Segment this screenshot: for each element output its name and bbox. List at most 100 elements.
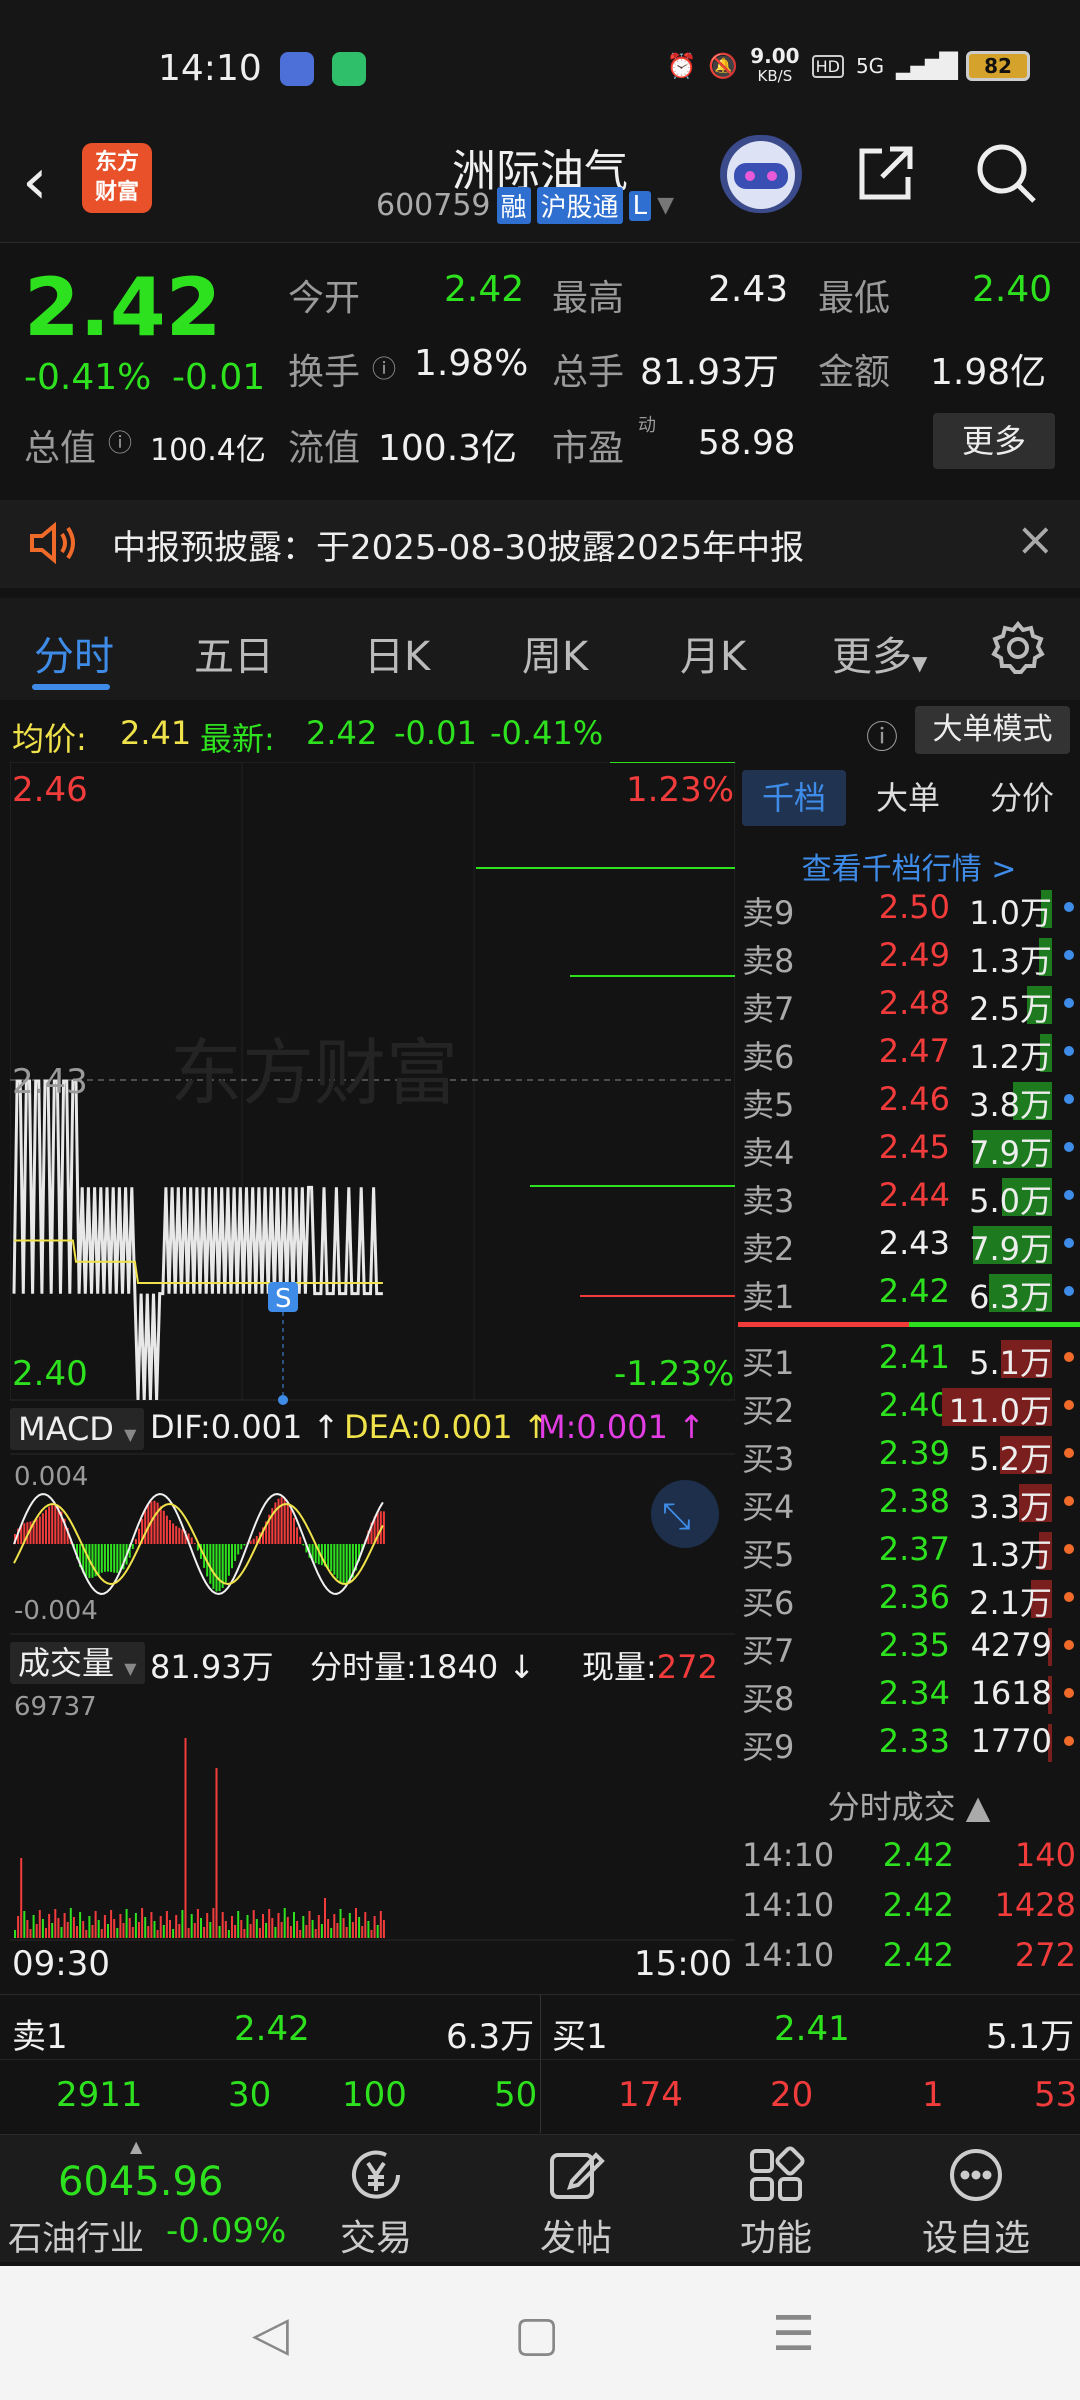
volume-bar <box>302 1916 305 1938</box>
bid-dot <box>1064 1448 1074 1458</box>
battery-indicator: 82 <box>966 51 1030 81</box>
pct-top-label: 1.23% <box>626 770 735 810</box>
ask-price: 2.47 <box>878 1032 950 1070</box>
nav-add-watchlist[interactable]: 设自选 <box>906 2145 1046 2261</box>
ask-price: 2.44 <box>878 1176 950 1214</box>
connect-tag: 沪股通 <box>536 187 623 224</box>
ask-row[interactable]: 卖9 2.50 1.0万 <box>738 884 1080 932</box>
info-icon[interactable]: ⓘ <box>108 423 132 458</box>
ask-row[interactable]: 卖7 2.48 2.5万 <box>738 980 1080 1028</box>
bid-row[interactable]: 买4 2.38 3.3万 <box>738 1478 1080 1526</box>
ask-row[interactable]: 卖2 2.43 7.9万 <box>738 1220 1080 1268</box>
macd-bar <box>100 1544 103 1573</box>
volume-bar <box>218 1926 221 1938</box>
tab-intraday[interactable]: 分时 <box>34 624 114 682</box>
volume-bar <box>103 1915 106 1938</box>
volume-total: 81.93万 <box>150 1648 274 1686</box>
bid-row[interactable]: 买6 2.36 2.1万 <box>738 1574 1080 1622</box>
volume-bar <box>100 1929 103 1938</box>
help-icon[interactable]: ⓘ <box>866 712 898 758</box>
industry-index[interactable]: ▲ 6045.96 石油行业 -0.09% <box>0 2135 290 2263</box>
latest-pct: -0.41% <box>490 714 604 752</box>
bid-row[interactable]: 买7 2.35 4279 <box>738 1622 1080 1670</box>
volume-bar <box>379 1911 382 1938</box>
share-icon[interactable] <box>852 141 918 221</box>
macd-bar <box>162 1510 165 1544</box>
nav-trade[interactable]: 交易 <box>306 2145 446 2261</box>
book-tabs: 千档 大单 分价 <box>738 762 1080 832</box>
close-icon[interactable]: × <box>1016 512 1055 566</box>
tab-depth[interactable]: 千档 <box>742 770 846 826</box>
ask-volume: 1.3万 <box>969 942 1052 980</box>
tab-five-day[interactable]: 五日 <box>194 624 274 682</box>
volume-bar <box>14 1930 16 1938</box>
bid-level-label: 买7 <box>742 1632 795 1670</box>
macd-bar <box>327 1544 330 1569</box>
big-order-mode-button[interactable]: 大单模式 <box>915 706 1070 754</box>
trades-title[interactable]: 分时成交 ▲ <box>738 1782 1080 1828</box>
info-icon[interactable]: ⓘ <box>372 349 396 384</box>
nav-post[interactable]: 发帖 <box>506 2145 646 2261</box>
view-depth-link[interactable]: 查看千档行情 > <box>738 844 1080 888</box>
home-square-icon[interactable]: ▢ <box>514 2306 559 2362</box>
turnover-rate: 1.98% <box>414 343 529 384</box>
change-amount: -0.01 <box>172 357 266 398</box>
volume-bar <box>193 1923 196 1938</box>
ask-dot <box>1064 902 1074 912</box>
volume-bar <box>57 1918 60 1938</box>
ask-dot <box>1064 1190 1074 1200</box>
volume-bar <box>243 1929 246 1938</box>
tab-big-order[interactable]: 大单 <box>856 770 960 826</box>
volume-bar <box>342 1918 345 1938</box>
macd-bar <box>342 1544 345 1585</box>
bid1-label: 买1 <box>552 2017 608 2057</box>
nav-functions[interactable]: 功能 <box>706 2145 846 2261</box>
assistant-robot-icon[interactable] <box>720 135 802 213</box>
ask-level-label: 卖5 <box>742 1086 795 1124</box>
bid-row[interactable]: 买1 2.41 5.1万 <box>738 1334 1080 1382</box>
ask-price: 2.43 <box>878 1224 950 1262</box>
macd-bar <box>286 1502 289 1544</box>
ask-row[interactable]: 卖5 2.46 3.8万 <box>738 1076 1080 1124</box>
tab-price-dist[interactable]: 分价 <box>970 770 1074 826</box>
bid-row[interactable]: 买3 2.39 5.2万 <box>738 1430 1080 1478</box>
tab-month-k[interactable]: 月K <box>680 624 746 682</box>
ask1-label: 卖1 <box>12 2017 68 2057</box>
volume-bar <box>165 1911 168 1938</box>
bid-row[interactable]: 买2 2.40 11.0万 <box>738 1382 1080 1430</box>
macd-bar <box>156 1502 159 1544</box>
macd-selector[interactable]: MACD ▼ <box>10 1408 145 1450</box>
ask-row[interactable]: 卖6 2.47 1.2万 <box>738 1028 1080 1076</box>
volume-bar <box>181 1910 184 1938</box>
intraday-chart[interactable]: 东方财富 S ⤡ 2.46 1.23% 2.43 2.40 -1.23% MAC… <box>9 761 736 1984</box>
ask-dot <box>1064 1046 1074 1056</box>
ask-queue-item: 30 <box>228 2075 272 2115</box>
settings-gear-icon[interactable] <box>990 620 1046 680</box>
notice-banner[interactable]: 中报预披露：于2025-08-30披露2025年中报 × <box>0 500 1080 588</box>
tab-underline <box>32 684 110 690</box>
macd-bar <box>190 1537 193 1544</box>
ask-row[interactable]: 卖4 2.45 7.9万 <box>738 1124 1080 1172</box>
volume-bar <box>212 1908 215 1938</box>
bid-price: 2.41 <box>878 1338 950 1376</box>
search-icon[interactable] <box>974 141 1040 221</box>
ask-row[interactable]: 卖3 2.44 5.0万 <box>738 1172 1080 1220</box>
bid-row[interactable]: 买9 2.33 1770 <box>738 1718 1080 1766</box>
macd-bar <box>252 1538 255 1544</box>
volume-bar <box>268 1909 271 1938</box>
bid-row[interactable]: 买8 2.34 1618 <box>738 1670 1080 1718</box>
volume-bar <box>333 1914 336 1938</box>
macd-bar <box>172 1523 175 1544</box>
tab-day-k[interactable]: 日K <box>364 624 430 682</box>
ask-row[interactable]: 卖8 2.49 1.3万 <box>738 932 1080 980</box>
tab-week-k[interactable]: 周K <box>522 624 588 682</box>
tab-more[interactable]: 更多▼ <box>832 624 927 682</box>
stock-code-row[interactable]: 600759 融 沪股通 L ▼ <box>376 187 674 224</box>
back-triangle-icon[interactable]: ◁ <box>252 2306 289 2362</box>
ask-row[interactable]: 卖1 2.42 6.3万 <box>738 1268 1080 1316</box>
hd-badge: HD <box>811 54 844 78</box>
menu-lines-icon[interactable]: ☰ <box>772 2306 815 2362</box>
bid-row[interactable]: 买5 2.37 1.3万 <box>738 1526 1080 1574</box>
volume-selector[interactable]: 成交量 ▼ <box>10 1642 145 1684</box>
more-button[interactable]: 更多 <box>933 413 1055 469</box>
